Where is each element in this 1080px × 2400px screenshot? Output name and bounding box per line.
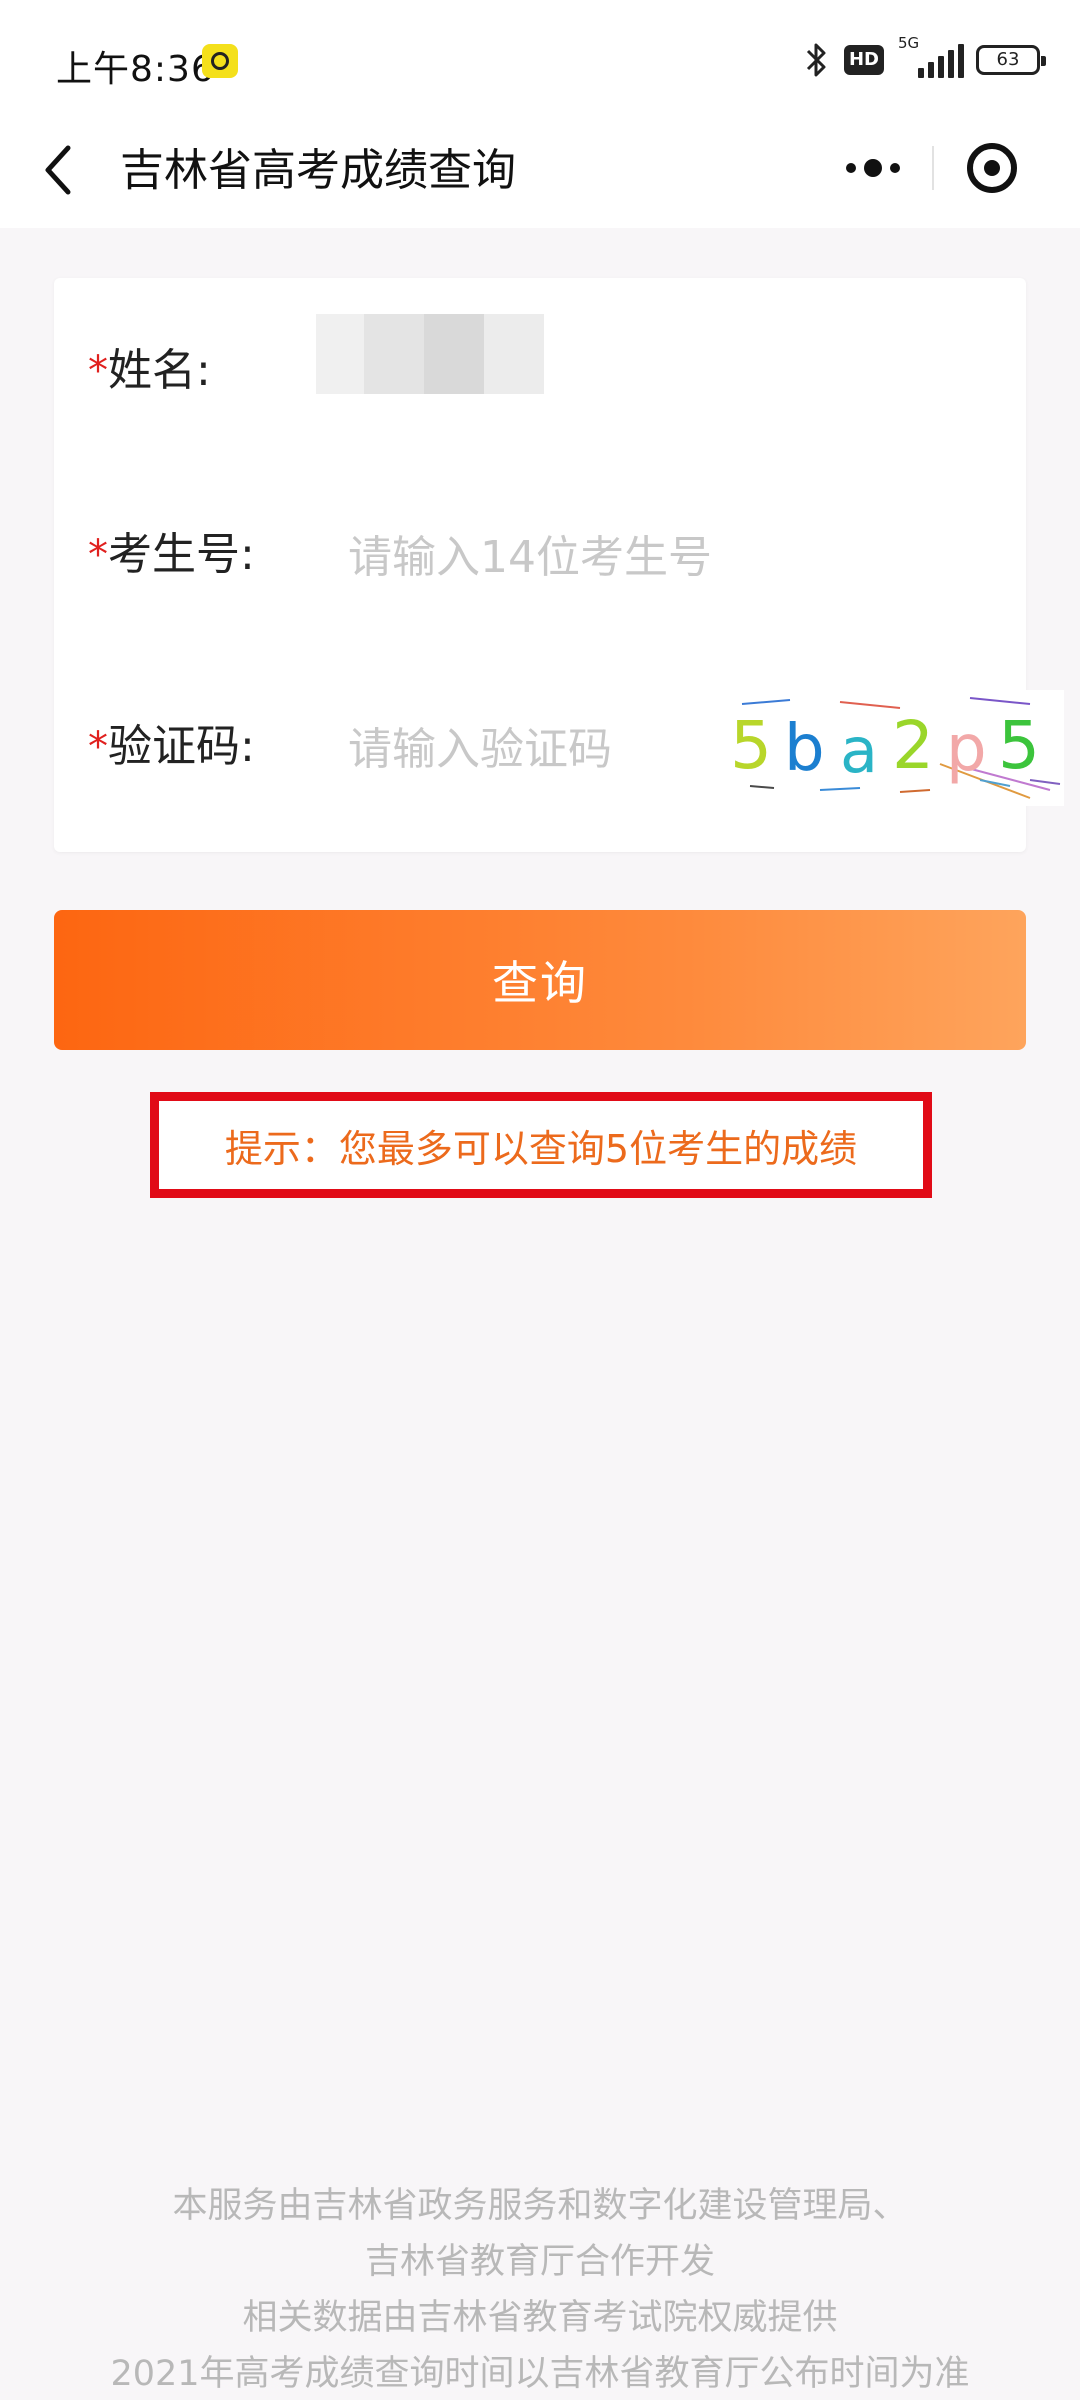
captcha-row: *验证码: 5 b a 2 p 5	[54, 690, 1064, 810]
tip-text: 提示：您最多可以查询5位考生的成绩	[224, 1126, 858, 1171]
name-row: *姓名:	[54, 314, 1026, 434]
footer-line: 相关数据由吉林省教育考试院权威提供	[242, 2298, 838, 2338]
captcha-char: 5	[730, 707, 772, 784]
tip-box: 提示：您最多可以查询5位考生的成绩	[150, 1092, 932, 1198]
captcha-input[interactable]	[348, 716, 688, 782]
query-button[interactable]: 查询	[54, 910, 1026, 1050]
more-icon[interactable]	[814, 120, 932, 216]
network-type: 5G	[898, 34, 920, 52]
page-title: 吉林省高考成绩查询	[120, 145, 516, 196]
exam-id-label: *考生号:	[88, 529, 255, 580]
required-star: *	[88, 532, 108, 578]
name-field[interactable]	[316, 314, 544, 394]
exam-id-input[interactable]	[348, 524, 948, 590]
footer: 本服务由吉林省政务服务和数字化建设管理局、 吉林省教育厅合作开发 相关数据由吉林…	[0, 2178, 1080, 2400]
required-star: *	[88, 348, 108, 394]
footer-line: 2021年高考成绩查询时间以吉林省教育厅公布时间为准	[110, 2354, 970, 2394]
signal-icon: 5G	[898, 34, 964, 80]
status-bar: 上午8:36 HD 5G 63	[0, 0, 1080, 118]
status-time: 上午8:36	[56, 49, 215, 90]
name-label: *姓名:	[88, 345, 211, 396]
nav-bar: 吉林省高考成绩查询	[0, 118, 1080, 228]
hd-badge: HD	[843, 45, 884, 75]
notification-icon	[202, 44, 238, 78]
captcha-char: b	[784, 712, 825, 786]
bluetooth-icon	[804, 40, 830, 80]
captcha-char: p	[946, 712, 987, 786]
captcha-char: 2	[892, 707, 934, 784]
mini-program-capsule	[814, 120, 1050, 216]
required-star: *	[88, 724, 108, 770]
captcha-image[interactable]: 5 b a 2 p 5	[730, 690, 1064, 806]
footer-line: 本服务由吉林省政务服务和数字化建设管理局、	[172, 2186, 908, 2226]
close-mini-program-icon[interactable]	[934, 120, 1050, 216]
captcha-label: *验证码:	[88, 721, 255, 772]
query-form: *姓名: *考生号: *验证码:	[54, 278, 1064, 852]
footer-line: 吉林省教育厅合作开发	[364, 2242, 715, 2282]
captcha-char: 5	[998, 707, 1040, 784]
status-icons: HD 5G 63	[804, 34, 1046, 82]
exam-id-row: *考生号:	[54, 498, 1026, 618]
battery-icon: 63	[976, 45, 1046, 75]
captcha-char: a	[840, 714, 878, 787]
back-arrow-icon[interactable]	[40, 140, 76, 200]
